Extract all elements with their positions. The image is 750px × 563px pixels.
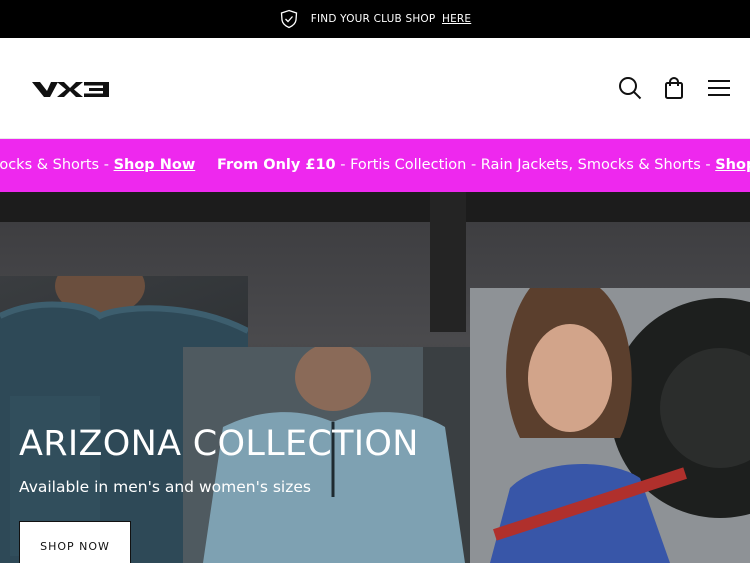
promo-ticker: Smocks & Shorts - Shop Now From Only £10… (0, 139, 750, 192)
promo-segment: From Only £10 - Fortis Collection - Rain… (217, 157, 750, 173)
hero-image-woman (470, 288, 750, 563)
ceiling-beam (0, 192, 750, 222)
vx3-logo[interactable] (31, 78, 111, 100)
pillar (430, 192, 466, 332)
shop-now-button[interactable]: SHOP NOW (19, 521, 131, 563)
promo-shop-now-link[interactable]: Shop Now (114, 157, 196, 173)
announcement-text: FIND YOUR CLUB SHOP (310, 13, 436, 25)
menu-icon[interactable] (706, 75, 732, 101)
promo-shop-now-link[interactable]: Shop Now (715, 157, 750, 173)
bag-icon[interactable] (661, 75, 687, 101)
hero-title: ARIZONA COLLECTION (19, 424, 419, 464)
hero-banner: ARIZONA COLLECTION Available in men's an… (0, 192, 750, 563)
promo-price: From Only £10 (217, 157, 336, 173)
shield-check-icon (279, 9, 299, 29)
hero-text: ARIZONA COLLECTION Available in men's an… (19, 424, 419, 496)
announcement-bar: FIND YOUR CLUB SHOP HERE (0, 0, 750, 38)
hero-subtitle: Available in men's and women's sizes (19, 478, 311, 496)
search-icon[interactable] (617, 75, 643, 101)
announcement-link[interactable]: HERE (442, 13, 471, 25)
promo-segment: Smocks & Shorts - Shop Now (0, 157, 196, 173)
site-header (0, 38, 750, 139)
